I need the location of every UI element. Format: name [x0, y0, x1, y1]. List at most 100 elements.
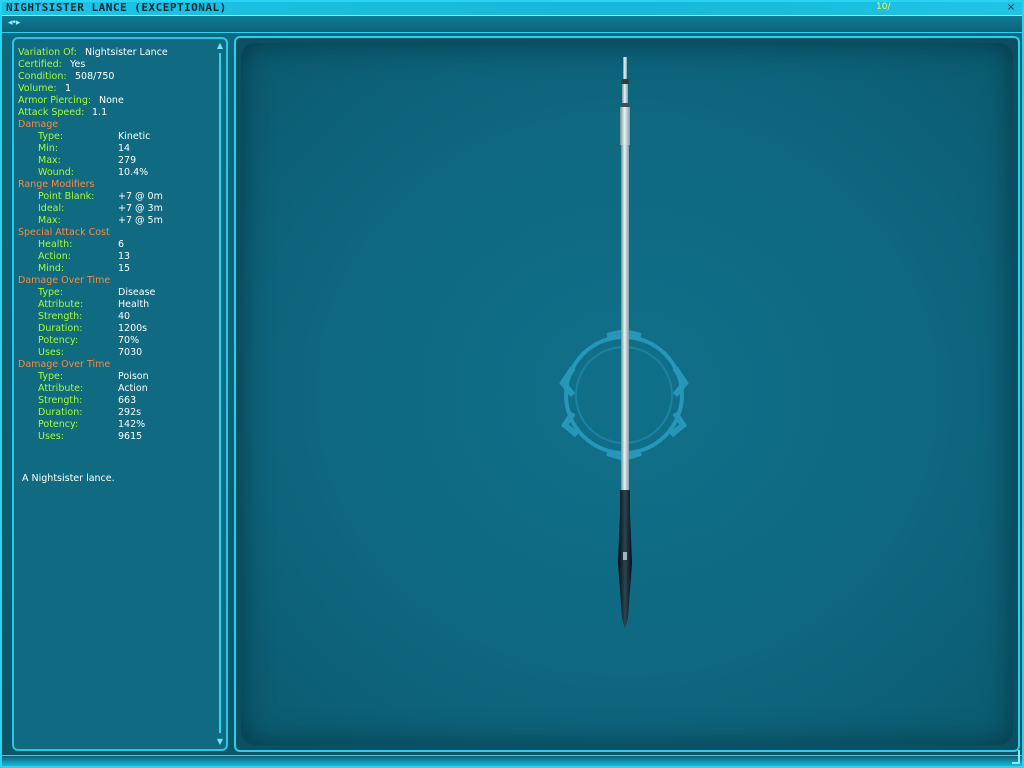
- attribute-value: 10.4%: [118, 167, 149, 178]
- attribute-value: 508/750: [75, 71, 115, 82]
- attribute-row: Attribute: Health: [18, 299, 214, 311]
- attribute-value: 663: [118, 395, 137, 406]
- attribute-value: 292s: [118, 407, 142, 418]
- attribute-label: Uses:: [38, 431, 64, 442]
- attribute-label: Variation Of:: [18, 47, 77, 58]
- attribute-row: Min: 14: [18, 143, 214, 155]
- attribute-value: +7 @ 0m: [118, 191, 163, 202]
- title-bar[interactable]: NIGHTSISTER LANCE (EXCEPTIONAL) 10/ ×: [2, 1, 1022, 16]
- attribute-row: Condition: 508/750: [18, 71, 214, 83]
- attribute-value: 9615: [118, 431, 143, 442]
- attribute-label: Max:: [38, 155, 61, 166]
- window-bottom-edge: [2, 755, 1022, 766]
- attribute-row: Certified: Yes: [18, 59, 214, 71]
- scroll-track[interactable]: [219, 53, 221, 733]
- attribute-value: 7030: [118, 347, 143, 358]
- attribute-row: Potency: 70%: [18, 335, 214, 347]
- attribute-label: Wound:: [38, 167, 74, 178]
- attribute-value: 1: [65, 83, 72, 94]
- item-description: A Nightsister lance.: [22, 473, 115, 484]
- attribute-section-header: Damage Over Time: [18, 275, 214, 287]
- attribute-row: Point Blank: +7 @ 0m: [18, 191, 214, 203]
- attribute-label: Attack Speed:: [18, 107, 85, 118]
- attribute-row: Strength: 663: [18, 395, 214, 407]
- attribute-label: Health:: [38, 239, 73, 250]
- attribute-label: Duration:: [38, 323, 83, 334]
- title-badge: 10/: [876, 2, 891, 12]
- attribute-value: +7 @ 3m: [118, 203, 163, 214]
- attribute-row: Uses: 7030: [18, 347, 214, 359]
- nav-arrows-icon[interactable]: ◂•▸: [8, 18, 36, 29]
- close-button[interactable]: ×: [1004, 3, 1018, 13]
- attribute-label: Uses:: [38, 347, 64, 358]
- attribute-value: 15: [118, 263, 131, 274]
- attribute-row: Type: Poison: [18, 371, 214, 383]
- sub-toolbar: ◂•▸: [2, 16, 1022, 33]
- attribute-label: Ideal:: [38, 203, 65, 214]
- attribute-label: Duration:: [38, 407, 83, 418]
- attribute-row: Duration: 1200s: [18, 323, 214, 335]
- window-title: NIGHTSISTER LANCE (EXCEPTIONAL): [6, 1, 227, 14]
- attribute-row: Max: 279: [18, 155, 214, 167]
- attribute-row: Potency: 142%: [18, 419, 214, 431]
- attribute-section-header: Damage Over Time: [18, 359, 214, 371]
- attribute-value: +7 @ 5m: [118, 215, 163, 226]
- attribute-label: Strength:: [38, 311, 83, 322]
- attribute-label: Action:: [38, 251, 71, 262]
- attribute-value: Nightsister Lance: [85, 47, 168, 58]
- attribute-row: Uses: 9615: [18, 431, 214, 443]
- attribute-label: Min:: [38, 143, 59, 154]
- section-label: Special Attack Cost: [18, 227, 110, 238]
- attribute-value: 14: [118, 143, 131, 154]
- attribute-value: 70%: [118, 335, 140, 346]
- attribute-label: Strength:: [38, 395, 83, 406]
- attribute-row: Health: 6: [18, 239, 214, 251]
- attribute-list: Variation Of: Nightsister Lance Certified:…: [18, 41, 214, 747]
- attribute-row: Action: 13: [18, 251, 214, 263]
- attribute-label: Attribute:: [38, 383, 84, 394]
- attribute-row: Ideal: +7 @ 3m: [18, 203, 214, 215]
- attribute-label: Type:: [38, 371, 64, 382]
- attribute-label: Potency:: [38, 335, 79, 346]
- attribute-value: 279: [118, 155, 137, 166]
- lance-model: [618, 57, 632, 629]
- attribute-value: None: [99, 95, 124, 106]
- attribute-value: Poison: [118, 371, 149, 382]
- attribute-row: Max: +7 @ 5m: [18, 215, 214, 227]
- attribute-label: Attribute:: [38, 299, 84, 310]
- item-examine-window: NIGHTSISTER LANCE (EXCEPTIONAL) 10/ × ◂•…: [0, 0, 1024, 768]
- attribute-value: 1.1: [92, 107, 108, 118]
- viewer-canvas: [559, 57, 689, 629]
- attribute-value: 142%: [118, 419, 146, 430]
- attribute-scrollbar[interactable]: ▲ ▼: [216, 41, 224, 747]
- attribute-value: Disease: [118, 287, 156, 298]
- attribute-value: Yes: [70, 59, 86, 70]
- attribute-value: Kinetic: [118, 131, 151, 142]
- attribute-value: 40: [118, 311, 131, 322]
- resize-grip-icon[interactable]: [1012, 750, 1020, 764]
- attribute-value: Health: [118, 299, 150, 310]
- attribute-label: Type:: [38, 287, 64, 298]
- model-viewer-frame: [234, 36, 1020, 752]
- attribute-label: Point Blank:: [38, 191, 95, 202]
- section-label: Damage: [18, 119, 59, 130]
- attribute-row: Attribute: Action: [18, 383, 214, 395]
- attribute-panel: Variation Of: Nightsister Lance Certified:…: [12, 37, 228, 751]
- model-viewer[interactable]: [241, 43, 1013, 745]
- attribute-row: Volume: 1: [18, 83, 214, 95]
- attribute-section-header: Damage: [18, 119, 214, 131]
- attribute-row: Mind: 15: [18, 263, 214, 275]
- section-label: Damage Over Time: [18, 359, 111, 370]
- attribute-value: 13: [118, 251, 131, 262]
- attribute-label: Condition:: [18, 71, 67, 82]
- attribute-value: 6: [118, 239, 125, 250]
- scroll-up-icon[interactable]: ▲: [216, 41, 224, 51]
- attribute-label: Certified:: [18, 59, 62, 70]
- attribute-label: Volume:: [18, 83, 57, 94]
- attribute-row: Type: Kinetic: [18, 131, 214, 143]
- attribute-section-header: Range Modifiers: [18, 179, 214, 191]
- attribute-label: Armor Piercing:: [18, 95, 92, 106]
- scroll-down-icon[interactable]: ▼: [216, 737, 224, 747]
- attribute-row: Strength: 40: [18, 311, 214, 323]
- attribute-value: Action: [118, 383, 148, 394]
